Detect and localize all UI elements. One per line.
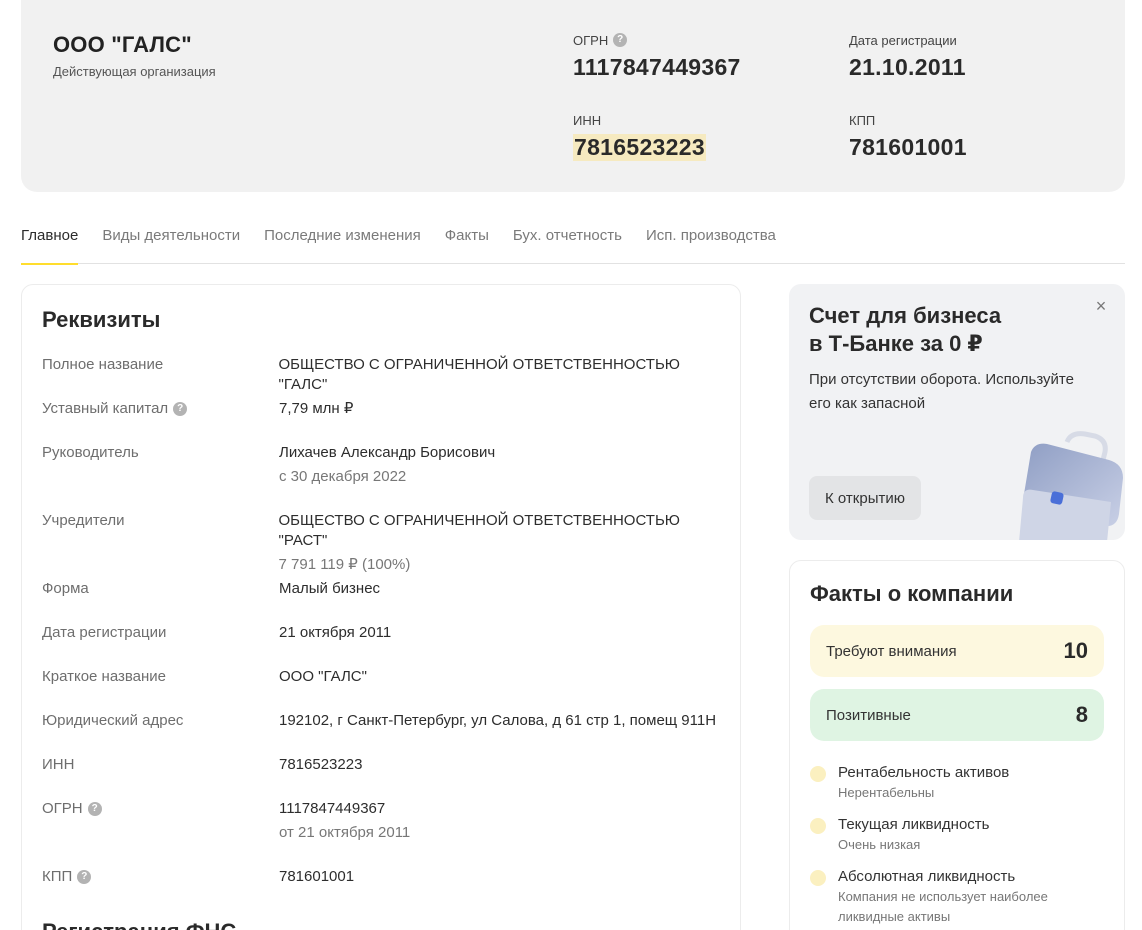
fact-desc: Нерентабельны xyxy=(838,785,935,800)
ogrn-label: ОГРН xyxy=(573,32,609,48)
requisites-title: Реквизиты xyxy=(42,307,161,332)
req-row-reg-date: Дата регистрации 21 октября 2011 xyxy=(42,623,732,643)
open-account-button[interactable]: К открытию xyxy=(809,476,921,520)
reg-date-block: Дата регистрации 21.10.2011 xyxy=(849,32,966,81)
promo-card: Счет для бизнеса в Т-Банке за 0 ₽ При от… xyxy=(789,284,1125,540)
tab-main[interactable]: Главное xyxy=(21,224,79,265)
req-label: Юридический адрес xyxy=(42,712,184,729)
tab-bar: Главное Виды деятельности Последние изме… xyxy=(21,224,1125,265)
tab-enforcement[interactable]: Исп. производства xyxy=(646,224,776,264)
req-row-director: Руководитель Лихачев Александр Борисович… xyxy=(42,443,732,487)
fact-name: Рентабельность активов xyxy=(838,764,1010,781)
inn-block: ИНН 7816523223 xyxy=(573,112,706,161)
help-icon[interactable]: ? xyxy=(173,402,188,416)
inn-value[interactable]: 7816523223 xyxy=(573,134,706,161)
req-row-short-name: Краткое название ООО "ГАЛС" xyxy=(42,667,732,687)
fact-item[interactable]: Текущая ликвидность Очень низкая xyxy=(810,815,1104,855)
help-icon[interactable]: ? xyxy=(77,870,92,884)
req-label: Дата регистрации xyxy=(42,624,167,641)
close-icon[interactable]: × xyxy=(1091,296,1111,316)
facts-title: Факты о компании xyxy=(810,581,1014,606)
req-value: 7,79 млн ₽ xyxy=(279,400,354,417)
kpp-block: КПП 781601001 xyxy=(849,112,967,161)
fact-desc: Компания не использует наиболее ликвидны… xyxy=(838,889,1048,924)
req-label: Руководитель xyxy=(42,444,139,461)
help-icon[interactable]: ? xyxy=(613,33,628,47)
facts-positive-label: Позитивные xyxy=(826,706,911,724)
req-row-full-name: Полное название ОБЩЕСТВО С ОГРАНИЧЕННОЙ … xyxy=(42,355,732,395)
ogrn-value[interactable]: 1117847449367 xyxy=(573,54,741,81)
req-value[interactable]: Лихачев Александр Борисович xyxy=(279,443,495,463)
req-value[interactable]: 781601001 xyxy=(279,867,354,887)
fact-name: Абсолютная ликвидность xyxy=(838,868,1016,885)
req-label: Краткое название xyxy=(42,668,167,685)
warning-dot-icon xyxy=(810,818,826,834)
tab-recent-changes[interactable]: Последние изменения xyxy=(264,224,421,264)
fact-name: Текущая ликвидность xyxy=(838,816,990,833)
facts-attention-count: 10 xyxy=(1063,638,1088,663)
req-value: ОБЩЕСТВО С ОГРАНИЧЕННОЙ ОТВЕТСТВЕННОСТЬЮ… xyxy=(278,356,680,393)
req-sub: от 21 октября 2011 xyxy=(279,824,411,841)
promo-title-line: в Т-Банке за 0 ₽ xyxy=(809,331,983,356)
req-value: ООО "ГАЛС" xyxy=(279,668,367,685)
tab-facts[interactable]: Факты xyxy=(445,224,489,264)
briefcase-icon xyxy=(1019,431,1123,540)
promo-title-line: Счет для бизнеса xyxy=(809,303,1002,328)
req-row-founders: Учредители ОБЩЕСТВО С ОГРАНИЧЕННОЙ ОТВЕТ… xyxy=(42,511,732,575)
kpp-label: КПП xyxy=(849,112,876,128)
fact-desc: Очень низкая xyxy=(838,837,921,852)
facts-positive-pill[interactable]: Позитивные 8 xyxy=(810,689,1104,741)
ogrn-block: ОГРН ? 1117847449367 xyxy=(573,32,741,81)
req-value[interactable]: ОБЩЕСТВО С ОГРАНИЧЕННОЙ ОТВЕТСТВЕННОСТЬЮ… xyxy=(279,511,733,551)
req-value[interactable]: 1117847449367 xyxy=(279,799,410,819)
kpp-value[interactable]: 781601001 xyxy=(849,134,967,161)
section-title-fns: Регистрация ФНС xyxy=(42,919,236,930)
req-row-kpp: КПП ? 781601001 xyxy=(42,867,732,887)
promo-title: Счет для бизнеса в Т-Банке за 0 ₽ xyxy=(809,302,1001,358)
req-value[interactable]: 7816523223 xyxy=(279,755,362,775)
req-row-form: Форма Малый бизнес xyxy=(42,579,732,599)
req-row-ogrn: ОГРН ? 1117847449367 от 21 октября 2011 xyxy=(42,799,732,843)
help-icon[interactable]: ? xyxy=(87,802,102,816)
req-label: КПП xyxy=(42,868,73,885)
req-sub: с 30 декабря 2022 xyxy=(279,468,407,485)
req-row-capital: Уставный капитал ? 7,79 млн ₽ xyxy=(42,399,732,419)
req-value: 21 октября 2011 xyxy=(279,624,392,641)
req-label: Учредители xyxy=(42,512,125,529)
promo-text: При отсутствии оборота. Используйте его … xyxy=(809,371,1074,412)
req-row-address: Юридический адрес 192102, г Санкт-Петерб… xyxy=(42,711,732,731)
company-name: ООО "ГАЛС" xyxy=(53,32,192,57)
req-sub: 7 791 119 ₽ (100%) xyxy=(278,556,411,573)
company-header: ООО "ГАЛС" Действующая организация ОГРН … xyxy=(21,0,1125,192)
fact-item[interactable]: Абсолютная ликвидность Компания не испол… xyxy=(810,867,1104,927)
tab-accounting[interactable]: Бух. отчетность xyxy=(513,224,622,264)
inn-label: ИНН xyxy=(573,112,602,128)
reg-date-value: 21.10.2011 xyxy=(849,54,966,80)
facts-card: Факты о компании Требуют внимания 10 Поз… xyxy=(789,560,1125,930)
facts-attention-label: Требуют внимания xyxy=(826,642,957,660)
warning-dot-icon xyxy=(810,766,826,782)
company-status: Действующая организация xyxy=(53,64,216,79)
warning-dot-icon xyxy=(810,870,826,886)
req-label: ОГРН xyxy=(42,800,83,817)
facts-attention-pill[interactable]: Требуют внимания 10 xyxy=(810,625,1104,677)
requisites-card: Реквизиты Полное название ОБЩЕСТВО С ОГР… xyxy=(21,284,741,930)
req-row-inn: ИНН 7816523223 xyxy=(42,755,732,775)
req-label: Уставный капитал xyxy=(42,400,169,417)
req-value: Малый бизнес xyxy=(279,580,381,597)
req-value[interactable]: 192102, г Санкт-Петербург, ул Салова, д … xyxy=(279,711,716,731)
req-label: Полное название xyxy=(42,356,164,373)
tab-activities[interactable]: Виды деятельности xyxy=(102,224,240,264)
req-label: Форма xyxy=(42,580,89,597)
fact-item[interactable]: Рентабельность активов Нерентабельны xyxy=(810,763,1104,803)
facts-positive-count: 8 xyxy=(1075,702,1088,727)
req-label: ИНН xyxy=(42,756,75,773)
reg-date-label: Дата регистрации xyxy=(849,32,957,48)
